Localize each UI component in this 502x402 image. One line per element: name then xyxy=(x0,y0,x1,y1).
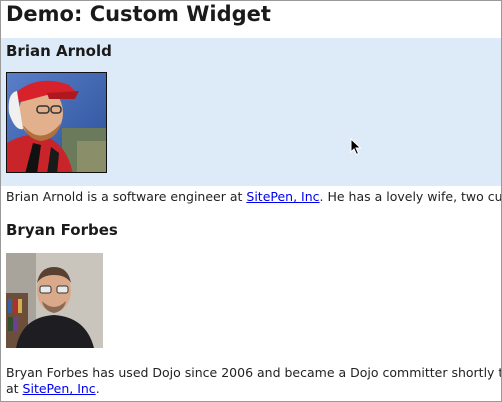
author-avatar xyxy=(6,253,103,348)
author-widget-brian-arnold[interactable]: Brian Arnold xyxy=(1,38,501,186)
author-bio: Brian Arnold is a software engineer at S… xyxy=(6,189,502,204)
author-widget-bryan-forbes[interactable]: Bryan Forbes xyxy=(1,218,501,358)
author-avatar xyxy=(6,72,107,173)
author-bio: Bryan Forbes has used Dojo since 2006 an… xyxy=(6,365,502,396)
sitepen-link[interactable]: SitePen, Inc xyxy=(246,189,319,204)
sitepen-link[interactable]: SitePen, Inc xyxy=(23,381,96,396)
author-name: Bryan Forbes xyxy=(6,221,118,239)
page-title: Demo: Custom Widget xyxy=(6,2,271,26)
mouse-pointer-icon xyxy=(350,137,362,160)
author-name: Brian Arnold xyxy=(6,42,112,60)
